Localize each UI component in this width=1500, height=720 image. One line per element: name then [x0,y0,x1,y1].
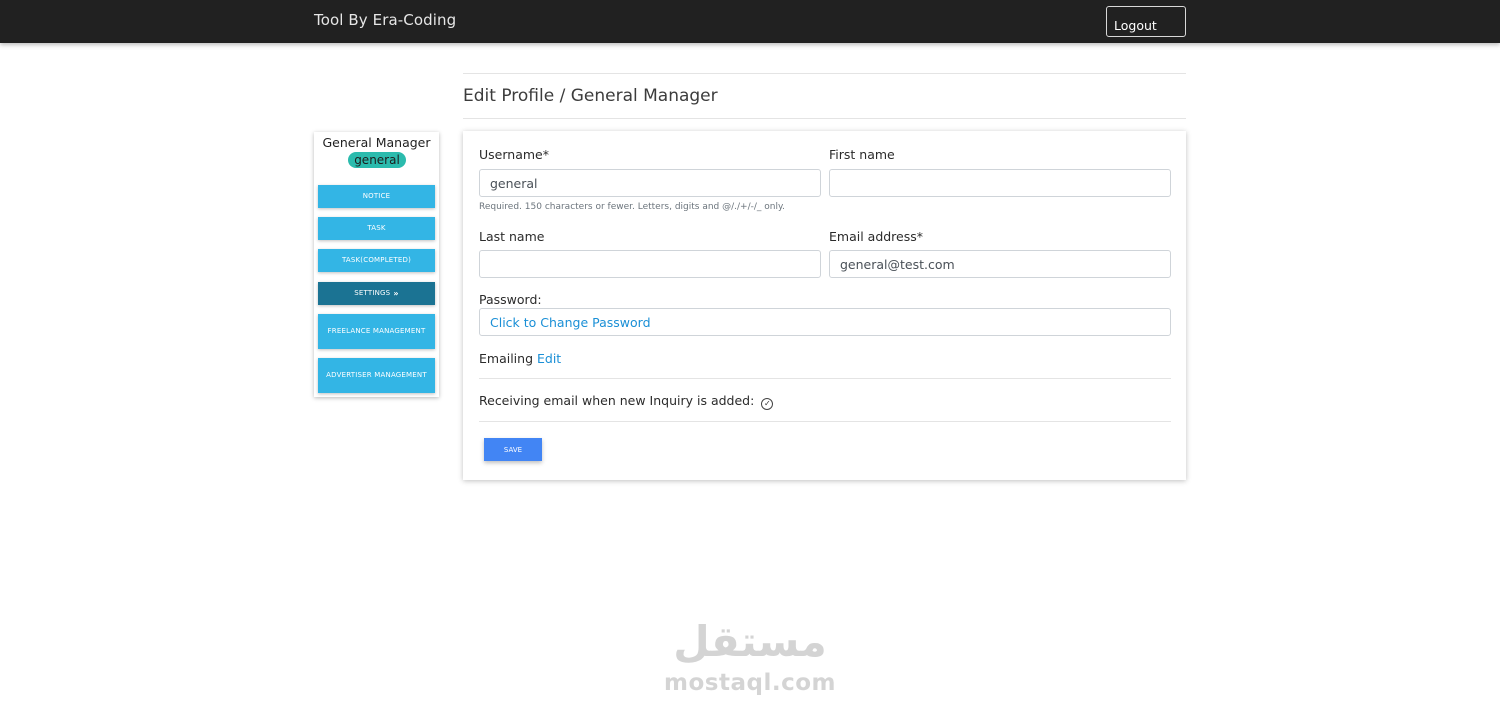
first-name-input[interactable] [829,169,1171,197]
last-name-input[interactable] [479,250,821,278]
emailing-label: Emailing [479,351,534,366]
sidebar-item-notice[interactable]: NOTICE [318,185,435,208]
sidebar: General Manager general NOTICE TASK TASK… [314,132,439,397]
watermark-logo: مستقل mostaql.com [640,616,860,698]
sidebar-item-task[interactable]: TASK [318,217,435,240]
title-divider-bottom [463,118,1186,119]
sidebar-item-task-completed[interactable]: TASK(COMPLETED) [318,249,435,272]
password-label: Password: [479,292,542,307]
username-hint: Required. 150 characters or fewer. Lette… [479,202,785,212]
sidebar-item-label: SETTINGS [354,289,391,297]
first-name-label: First name [829,147,895,162]
title-divider-top [463,73,1186,74]
save-button[interactable]: SAVE [484,438,542,461]
change-password-link[interactable]: Click to Change Password [490,315,651,330]
sidebar-item-advertiser-management[interactable]: ADVERTISER MANAGEMENT [318,358,435,393]
sidebar-user-role: General Manager [322,135,431,150]
username-label: Username* [479,147,549,162]
email-label: Email address* [829,229,924,244]
edit-profile-card: Username* Required. 150 characters or fe… [463,131,1186,480]
sidebar-item-freelance-management[interactable]: FREELANCE MANAGEMENT [318,314,435,349]
sidebar-item-label: NOTICE [362,192,391,200]
receiving-email-row: Receiving email when new Inquiry is adde… [479,393,774,410]
username-input[interactable] [479,169,821,197]
check-circle-icon: ✓ [761,398,774,410]
sidebar-item-label: TASK(COMPLETED) [341,256,412,264]
sidebar-item-settings[interactable]: SETTINGS » [318,282,435,305]
sidebar-item-label: ADVERTISER MANAGEMENT [326,371,427,379]
sidebar-item-label: FREELANCE MANAGEMENT [327,327,426,335]
watermark-arabic: مستقل [673,617,827,666]
username-badge: general [348,152,406,168]
email-input[interactable] [829,250,1171,278]
watermark-latin: mostaql.com [664,670,836,696]
emailing-edit-link[interactable]: Edit [537,351,561,366]
sidebar-item-label: TASK [367,224,386,232]
page-title: Edit Profile / General Manager [463,86,718,106]
section-divider [479,378,1171,379]
last-name-label: Last name [479,229,545,244]
brand-title[interactable]: Tool By Era-Coding [314,11,456,29]
change-password-field[interactable]: Click to Change Password [479,308,1171,336]
double-chevron-right-icon: » [393,289,399,298]
emailing-row: Emailing Edit [479,351,561,366]
top-navbar: Tool By Era-Coding Logout [0,0,1500,43]
logout-button[interactable]: Logout [1106,6,1186,37]
section-divider [479,421,1171,422]
receiving-email-text: Receiving email when new Inquiry is adde… [479,393,755,408]
